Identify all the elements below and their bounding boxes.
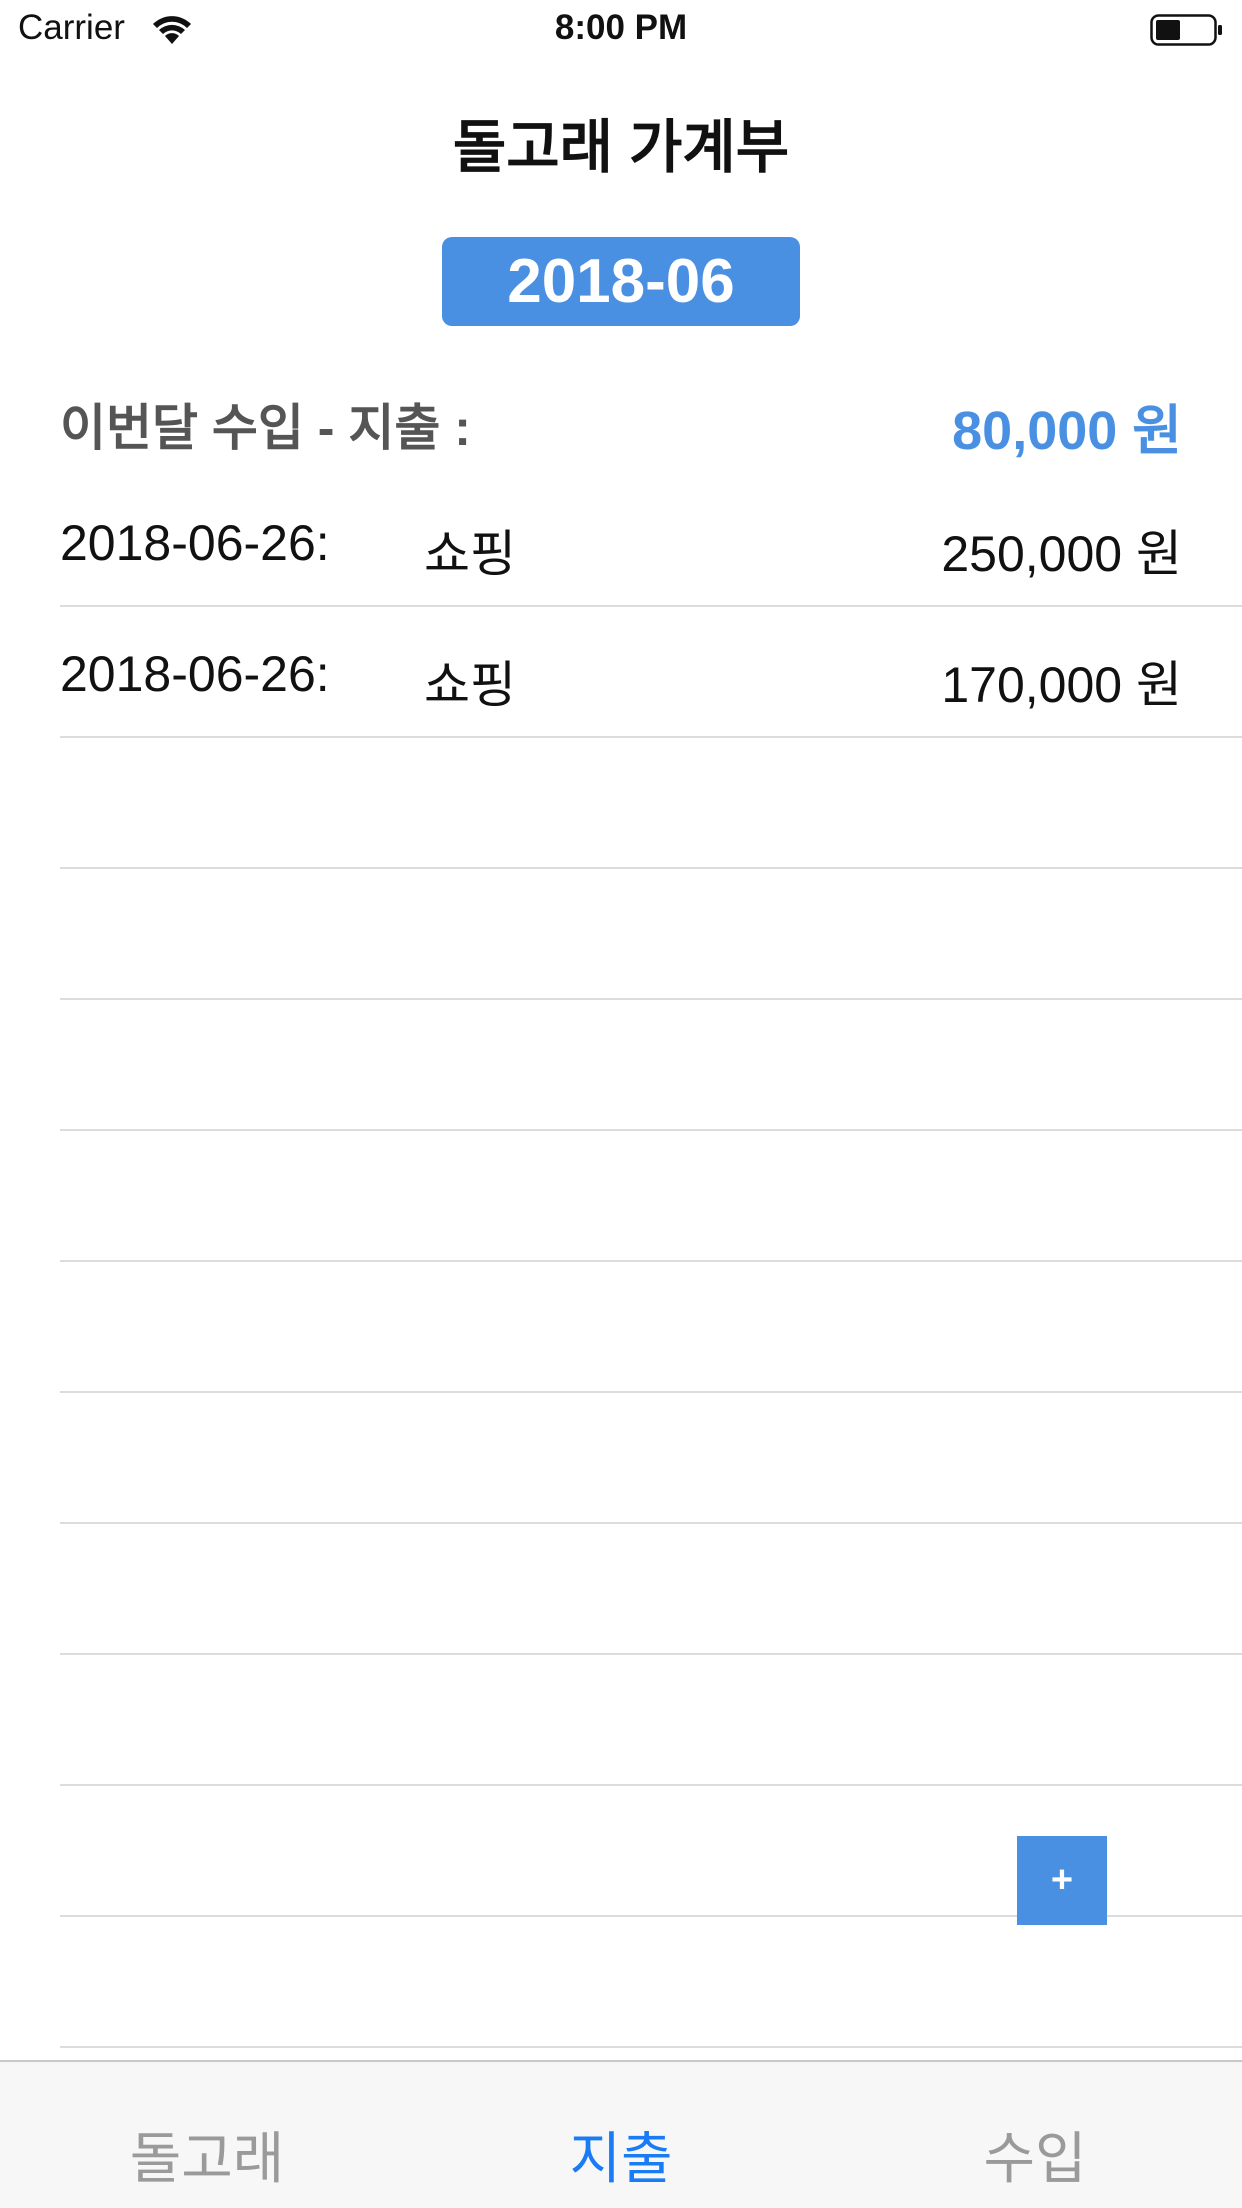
list-item[interactable] (0, 1131, 1242, 1262)
list-item[interactable] (0, 1917, 1242, 2048)
monthly-balance-value: 80,000 원 (952, 401, 1182, 461)
tab-dolphin[interactable]: 돌고래 (0, 2114, 414, 2195)
list-item[interactable]: 2018-06-26: 쇼핑 250,000 원 (0, 476, 1242, 607)
list-item[interactable] (0, 1000, 1242, 1131)
page-title: 돌고래 가계부 (452, 115, 790, 180)
entry-amount: 250,000 원 (941, 526, 1182, 582)
status-bar: Carrier 8:00 PM (0, 0, 1242, 60)
entry-date: 2018-06-26: (60, 646, 330, 702)
tab-expense[interactable]: 지출 (414, 2114, 828, 2195)
entry-category: 쇼핑 (424, 657, 516, 713)
list-item[interactable] (0, 1393, 1242, 1524)
list-item[interactable] (0, 869, 1242, 1000)
tab-bar: 돌고래 지출 수입 (0, 2060, 1242, 2208)
list-item[interactable]: 2018-06-26: 쇼핑 170,000 원 (0, 607, 1242, 738)
add-entry-button[interactable]: + (1017, 1836, 1107, 1925)
monthly-balance-label: 이번달 수입 - 지출 : (60, 400, 471, 456)
entry-category: 쇼핑 (424, 526, 516, 582)
expense-list[interactable]: 2018-06-26: 쇼핑 250,000 원 2018-06-26: 쇼핑 … (0, 476, 1242, 2048)
entry-amount: 170,000 원 (941, 657, 1182, 713)
list-item[interactable] (0, 738, 1242, 869)
list-item[interactable] (0, 1262, 1242, 1393)
tab-income[interactable]: 수입 (828, 2114, 1242, 2195)
list-item[interactable] (0, 1655, 1242, 1786)
month-selector-button[interactable]: 2018-06 (442, 237, 800, 326)
battery-icon (1150, 14, 1222, 46)
status-time: 8:00 PM (554, 8, 688, 47)
entry-date: 2018-06-26: (60, 515, 330, 571)
list-item[interactable] (0, 1524, 1242, 1655)
